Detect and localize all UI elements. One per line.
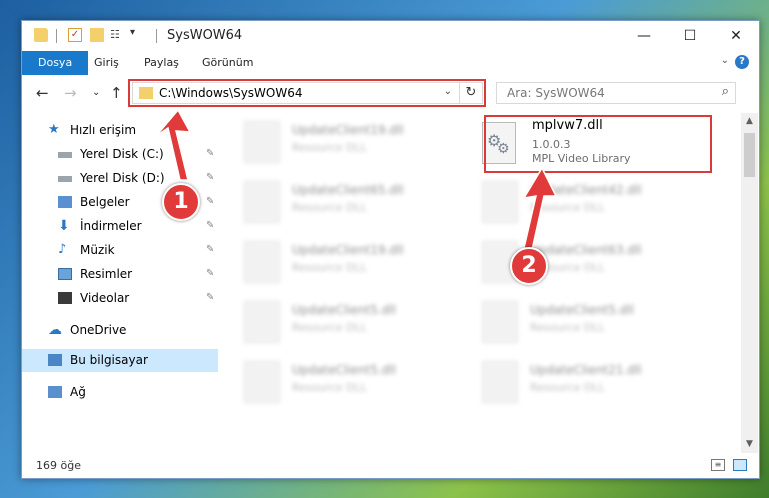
chevron-down-icon[interactable]: ▾	[130, 27, 135, 38]
file-item[interactable]: UpdateClient42.dll Resource DLL	[482, 179, 712, 229]
new-folder-icon[interactable]	[90, 28, 104, 42]
pin-icon[interactable]: ✎	[206, 263, 214, 285]
dll-file-icon	[482, 181, 518, 223]
scroll-thumb[interactable]	[744, 133, 755, 177]
callout-badge-1: 1	[162, 183, 200, 221]
dll-file-icon	[244, 361, 280, 403]
sidebar-item-disk-d[interactable]: Yerel Disk (D:) ✎	[58, 167, 218, 189]
view-options-icon[interactable]: ☷	[110, 28, 126, 42]
music-icon: ♪	[58, 242, 67, 257]
star-icon: ★	[48, 122, 60, 137]
details-view-icon[interactable]: ≡	[711, 459, 725, 471]
forward-arrow-icon[interactable]: →	[64, 84, 77, 102]
sidebar-item-videos[interactable]: Videolar ✎	[58, 287, 218, 309]
status-bar: 169 öğe ≡	[22, 454, 759, 478]
search-icon[interactable]: ⌕	[722, 84, 729, 99]
search-input[interactable]: Ara: SysWOW64	[507, 86, 605, 100]
divider	[156, 29, 157, 43]
file-item[interactable]: UpdateClient19.dll Resource DLL	[244, 239, 474, 289]
computer-icon	[48, 354, 62, 366]
file-item[interactable]: UpdateClient5.dll Resource DLL	[482, 299, 712, 349]
tab-file[interactable]: Dosya	[22, 51, 89, 75]
pin-icon[interactable]: ✎	[206, 191, 214, 213]
tab-view[interactable]: Görünüm	[192, 51, 263, 75]
file-highlight-box	[484, 115, 712, 173]
minimize-button[interactable]: —	[621, 21, 667, 51]
folder-icon	[34, 28, 48, 42]
navigation-pane: ★ Hızlı erişim Yerel Disk (C:) ✎ Yerel D…	[22, 113, 218, 453]
scroll-up-icon[interactable]: ▲	[741, 113, 758, 130]
documents-icon	[58, 196, 72, 208]
help-icon[interactable]: ?	[735, 55, 749, 69]
file-item[interactable]: UpdateClient19.dll Resource DLL	[244, 119, 474, 169]
file-item[interactable]: UpdateClient21.dll Resource DLL	[482, 359, 712, 409]
properties-check-icon[interactable]: ✓	[68, 28, 82, 42]
file-item[interactable]: UpdateClient5.dll Resource DLL	[244, 299, 474, 349]
tab-home[interactable]: Giriş	[84, 51, 129, 75]
ribbon-tabs: Dosya Giriş Paylaş Görünüm ⌄ ?	[22, 51, 759, 76]
dll-file-icon	[244, 241, 280, 283]
videos-icon	[58, 292, 72, 304]
pin-icon[interactable]: ✎	[206, 167, 214, 189]
back-arrow-icon[interactable]: ←	[36, 84, 49, 102]
sidebar-item-music[interactable]: ♪ Müzik ✎	[58, 239, 218, 261]
pictures-icon	[58, 268, 72, 280]
callout-badge-2: 2	[510, 247, 548, 285]
network-icon	[48, 386, 62, 398]
tab-share[interactable]: Paylaş	[134, 51, 189, 75]
sidebar-item-disk-c[interactable]: Yerel Disk (C:) ✎	[58, 143, 218, 165]
recent-locations-icon[interactable]: ⌄	[92, 87, 100, 98]
vertical-scrollbar[interactable]: ▲ ▼	[741, 113, 758, 453]
pin-icon[interactable]: ✎	[206, 143, 214, 165]
large-icons-view-icon[interactable]	[733, 459, 747, 471]
dll-file-icon	[482, 301, 518, 343]
drive-icon	[58, 176, 72, 182]
drive-icon	[58, 152, 72, 158]
dll-file-icon	[244, 301, 280, 343]
downloads-icon: ⬇	[58, 218, 70, 234]
ribbon-expand-icon[interactable]: ⌄	[721, 55, 729, 66]
close-button[interactable]: ✕	[713, 21, 759, 51]
explorer-window: ✓ ☷ ▾ SysWOW64 — ☐ ✕ Dosya Giriş Paylaş …	[21, 20, 760, 479]
scroll-down-icon[interactable]: ▼	[741, 436, 758, 453]
file-list: UpdateClient19.dll Resource DLL UpdateCl…	[218, 113, 738, 453]
pin-icon[interactable]: ✎	[206, 287, 214, 309]
dll-file-icon	[244, 181, 280, 223]
pin-icon[interactable]: ✎	[206, 215, 214, 237]
address-highlight-box	[128, 79, 486, 107]
up-arrow-icon[interactable]: ↑	[110, 84, 123, 102]
onedrive-icon: ☁	[48, 322, 62, 338]
window-title: SysWOW64	[167, 28, 243, 43]
pin-icon[interactable]: ✎	[206, 239, 214, 261]
file-item[interactable]: UpdateClient65.dll Resource DLL	[244, 179, 474, 229]
search-box[interactable]: Ara: SysWOW64 ⌕	[496, 82, 736, 104]
title-bar: ✓ ☷ ▾ SysWOW64 — ☐ ✕	[22, 21, 759, 51]
sidebar-item-downloads[interactable]: ⬇ İndirmeler ✎	[58, 215, 218, 237]
dll-file-icon	[244, 121, 280, 163]
item-count: 169 öğe	[36, 459, 81, 472]
file-item[interactable]: UpdateClient5.dll Resource DLL	[244, 359, 474, 409]
dll-file-icon	[482, 361, 518, 403]
maximize-button[interactable]: ☐	[667, 21, 713, 51]
divider	[56, 29, 57, 43]
sidebar-item-pictures[interactable]: Resimler ✎	[58, 263, 218, 285]
navigation-bar: ← → ⌄ ↑ C:\Windows\SysWOW64 ⌄ ↻ Ara: Sys…	[22, 75, 759, 111]
